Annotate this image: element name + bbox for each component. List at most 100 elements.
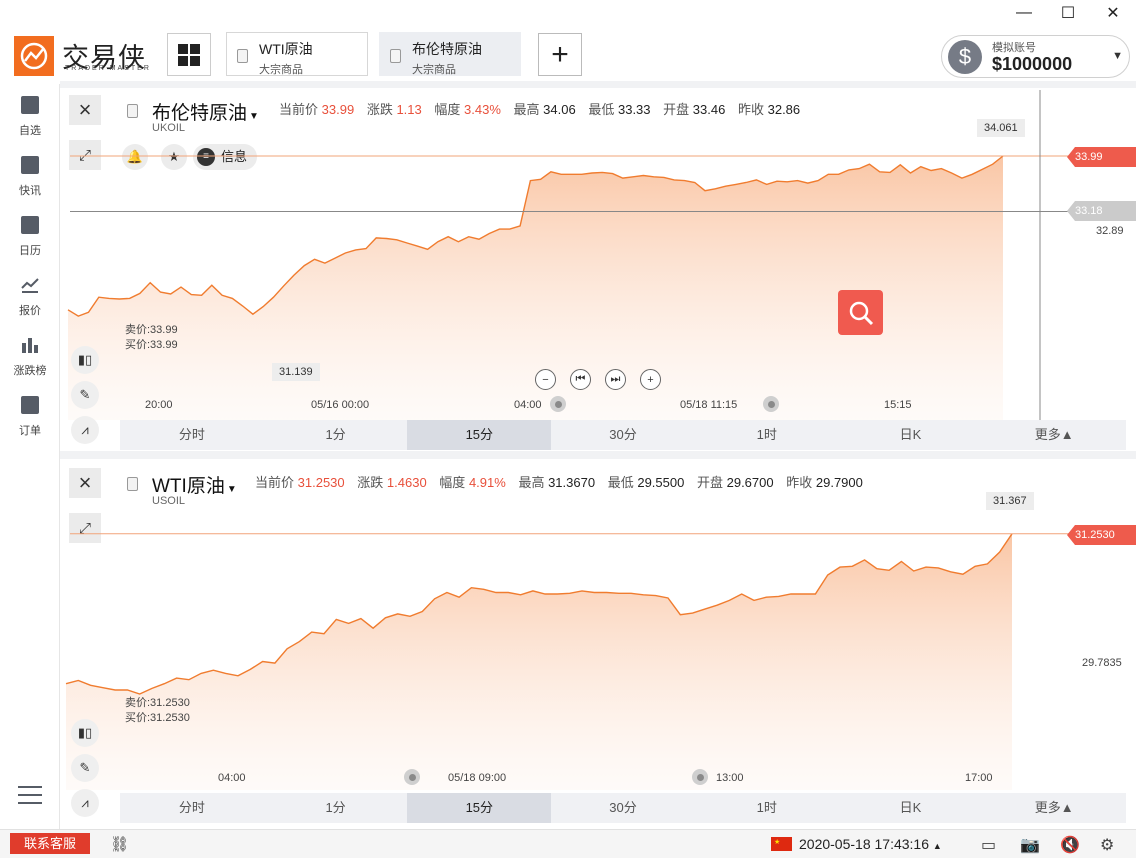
sidebar-item-label: 报价 [19,305,41,317]
tab-timeframe[interactable]: 日K [839,793,983,823]
tab-timeframe[interactable]: 日K [839,420,983,450]
customer-service-button[interactable]: 联系客服 [10,833,90,854]
scroll-marker[interactable] [404,769,420,785]
coin-icon: $ [948,40,982,74]
tab-brent[interactable]: 布伦特原油 大宗商品 [379,32,521,76]
x-tick: 05/16 00:00 [311,399,370,411]
zoom-in-icon[interactable]: + [640,369,661,390]
tab-timeframe[interactable]: 30分 [551,420,695,450]
scroll-marker[interactable] [763,396,779,412]
x-tick: 13:00 [716,772,744,784]
tab-timeframe[interactable]: 1分 [264,793,408,823]
sidebar-item-label: 快讯 [19,185,41,197]
x-tick: 04:00 [514,399,542,411]
status-bar [0,829,1136,858]
sell-price: 卖价:33.99 [125,324,178,336]
x-tick: 20:00 [145,399,173,411]
sidebar-item-label: 自选 [19,125,41,137]
tab-title: WTI原油 [259,41,313,57]
skip-forward-icon[interactable]: ⏭ [605,369,626,390]
sell-price: 卖价:31.2530 [125,697,190,709]
add-tab-button[interactable]: + [538,33,582,76]
price-area [66,533,1012,790]
screen-off-icon[interactable]: ▭ [981,835,996,855]
china-flag-icon: ★ [771,837,792,851]
tab-timeframe[interactable]: 30分 [551,793,695,823]
datetime-display[interactable]: 2020-05-18 17:43:16 ▲ [799,836,942,852]
change-value: 1.4630 [386,475,427,490]
tab-subtitle: 大宗商品 [412,64,456,76]
menu-list-icon[interactable] [0,784,60,811]
sidebar-item-label: 订单 [19,425,41,437]
x-tick: 15:15 [884,399,912,411]
price-chart-wti[interactable] [60,490,1136,790]
sidebar-item-orders[interactable]: 订单 [0,396,60,438]
account-balance: $1000000 [992,54,1073,74]
chevron-down-icon: ▼ [1112,50,1123,62]
tab-timeframe[interactable]: 1时 [695,793,839,823]
sidebar-item-label: 涨跌榜 [13,365,47,377]
more-timeframes-button[interactable]: 更多▲ [982,793,1126,823]
max-price-bubble: 34.061 [977,119,1025,137]
close-window-button[interactable]: ✕ [1099,4,1127,22]
divider [60,451,1136,459]
tab-timeframe[interactable]: 15分 [407,793,552,823]
zoom-out-icon[interactable]: − [535,369,556,390]
indicator-icon[interactable]: ⩘ [71,789,99,817]
tab-timeframe[interactable]: 15分 [407,420,552,450]
search-icon[interactable] [838,290,883,335]
current-price: 31.2530 [297,475,345,490]
quote-bar: 当前价 31.2530 涨跌 1.4630 幅度 4.91% 最高 31.367… [255,475,863,490]
timeframe-bar: 分时 1分 15分 30分 1时 日K 更多▲ [120,420,1126,450]
account-selector[interactable]: $ 模拟账号 $1000000 ▼ [941,35,1130,78]
account-label: 模拟账号 [992,42,1036,54]
high-value: 31.3670 [548,475,596,490]
brand-tagline: TRADER MASTER [65,65,151,72]
min-price-bubble: 31.139 [272,363,320,381]
sidebar-item-quotes[interactable]: 报价 [0,276,60,318]
minimize-button[interactable]: — [1010,4,1038,22]
pencil-icon[interactable]: ✎ [71,381,99,409]
tab-timeframe[interactable]: 1分 [264,420,408,450]
commodity-icon [390,49,401,63]
tab-timeframe[interactable]: 1时 [695,420,839,450]
price-chart-brent[interactable] [60,90,1136,420]
price-badge: 31.2530 [1067,525,1136,545]
camera-icon[interactable]: 📷 [1020,835,1040,855]
settings-icon[interactable]: ⚙ [1100,835,1114,855]
candlestick-icon[interactable]: ▮▯ [71,346,99,374]
skip-back-icon[interactable]: ⏮ [570,369,591,390]
timeframe-bar: 分时 1分 15分 30分 1时 日K 更多▲ [120,793,1126,823]
sidebar-item-calendar[interactable]: 日历 [0,216,60,258]
sidebar-item-movers[interactable]: 涨跌榜 [0,336,60,378]
max-price-bubble: 31.367 [986,492,1034,510]
tab-timeframe[interactable]: 分时 [120,793,264,823]
sidebar-item-label: 日历 [19,245,41,257]
mute-icon[interactable]: 🔇 [1060,835,1080,855]
datetime-text: 2020-05-18 17:43:16 [799,836,929,852]
tab-timeframe[interactable]: 分时 [120,420,264,450]
scroll-marker[interactable] [692,769,708,785]
news-icon [21,156,39,174]
prev-close-value: 29.7900 [815,475,863,490]
indicator-icon[interactable]: ⩘ [71,416,99,444]
bar-chart-icon [21,336,39,354]
grid-icon [178,43,200,66]
candlestick-icon[interactable]: ▮▯ [71,719,99,747]
commodity-icon [237,49,248,63]
maximize-button[interactable]: ☐ [1054,4,1082,22]
tab-wti[interactable]: WTI原油 大宗商品 [226,32,368,76]
sidebar-item-news[interactable]: 快讯 [0,156,60,198]
more-timeframes-button[interactable]: 更多▲ [982,420,1126,450]
scroll-marker[interactable] [550,396,566,412]
x-tick: 17:00 [965,772,993,784]
buy-price: 买价:33.99 [125,339,178,351]
x-tick: 04:00 [218,772,246,784]
layout-grid-button[interactable] [167,33,211,76]
x-tick: 05/18 09:00 [448,772,507,784]
pencil-icon[interactable]: ✎ [71,754,99,782]
sidebar-item-watchlist[interactable]: 自选 [0,96,60,138]
link-icon[interactable]: ⛓ [110,835,129,853]
logo-icon [14,36,54,76]
low-value: 29.5500 [637,475,685,490]
